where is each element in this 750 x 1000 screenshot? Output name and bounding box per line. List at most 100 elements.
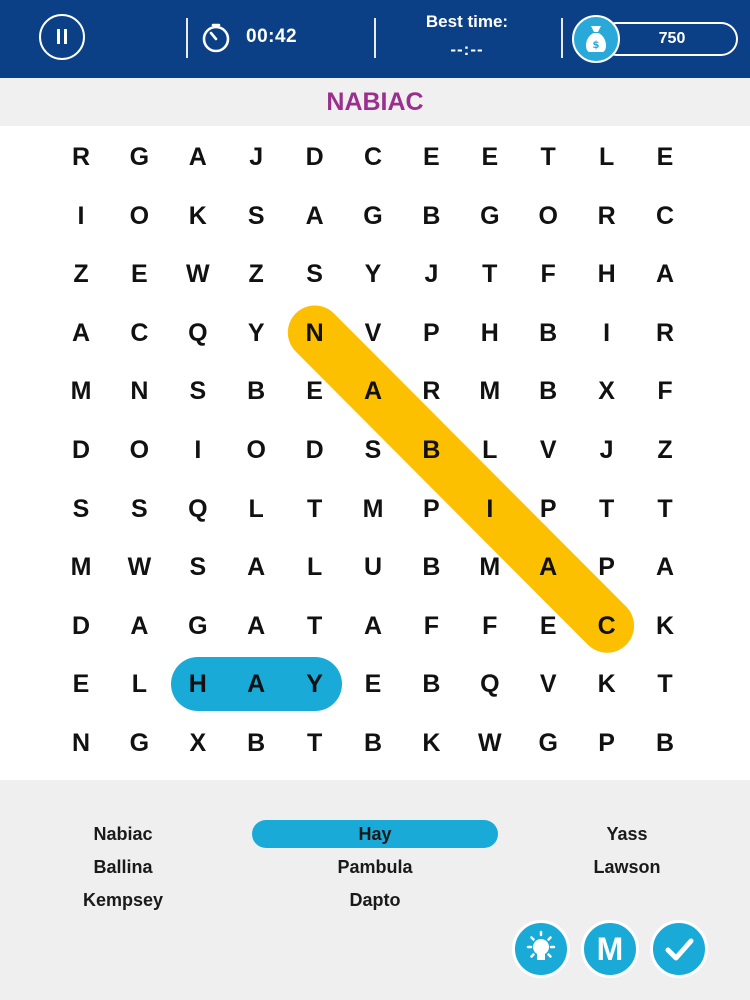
grid-letter[interactable]: G	[526, 721, 570, 765]
grid-letter[interactable]: A	[643, 252, 687, 296]
grid-letter[interactable]: M	[59, 369, 103, 413]
grid-letter[interactable]: B	[234, 369, 278, 413]
grid-letter[interactable]: T	[293, 721, 337, 765]
grid-letter[interactable]: B	[234, 721, 278, 765]
grid-letter[interactable]: Q	[176, 487, 220, 531]
grid-letter[interactable]: A	[643, 545, 687, 589]
grid-letter[interactable]: M	[351, 487, 395, 531]
grid-letter[interactable]: P	[526, 487, 570, 531]
grid-letter[interactable]: E	[117, 252, 161, 296]
grid-letter[interactable]: G	[468, 194, 512, 238]
grid-letter[interactable]: A	[176, 135, 220, 179]
grid-letter[interactable]: Y	[351, 252, 395, 296]
grid-letter[interactable]: K	[176, 194, 220, 238]
grid-letter[interactable]: R	[585, 194, 629, 238]
grid-letter[interactable]: X	[585, 369, 629, 413]
grid-letter[interactable]: A	[59, 311, 103, 355]
grid-letter[interactable]: C	[351, 135, 395, 179]
grid-letter[interactable]: T	[293, 487, 337, 531]
grid-letter[interactable]: P	[409, 311, 453, 355]
hint-button[interactable]	[512, 920, 570, 978]
grid-letter[interactable]: A	[526, 545, 570, 589]
grid-letter[interactable]: J	[585, 428, 629, 472]
grid-letter[interactable]: B	[409, 545, 453, 589]
grid-letter[interactable]: I	[468, 487, 512, 531]
grid-letter[interactable]: E	[643, 135, 687, 179]
grid-letter[interactable]: A	[234, 545, 278, 589]
grid-letter[interactable]: N	[59, 721, 103, 765]
grid-letter[interactable]: W	[117, 545, 161, 589]
grid-letter[interactable]: S	[117, 487, 161, 531]
grid-letter[interactable]: D	[293, 135, 337, 179]
grid-letter[interactable]: B	[409, 662, 453, 706]
grid-letter[interactable]: M	[468, 545, 512, 589]
grid-letter[interactable]: Q	[176, 311, 220, 355]
grid-letter[interactable]: S	[176, 369, 220, 413]
pause-button[interactable]	[39, 14, 85, 60]
grid-letter[interactable]: I	[59, 194, 103, 238]
grid-letter[interactable]: B	[526, 369, 570, 413]
grid-letter[interactable]: C	[585, 604, 629, 648]
grid-letter[interactable]: W	[176, 252, 220, 296]
grid-letter[interactable]: D	[59, 428, 103, 472]
grid-letter[interactable]: C	[643, 194, 687, 238]
grid-letter[interactable]: L	[468, 428, 512, 472]
grid-letter[interactable]: P	[585, 545, 629, 589]
grid-letter[interactable]: E	[59, 662, 103, 706]
grid-letter[interactable]: E	[351, 662, 395, 706]
grid-letter[interactable]: Y	[293, 662, 337, 706]
grid-letter[interactable]: L	[293, 545, 337, 589]
grid-letter[interactable]: Q	[468, 662, 512, 706]
grid-letter[interactable]: B	[409, 428, 453, 472]
grid-letter[interactable]: H	[176, 662, 220, 706]
grid-letter[interactable]: Z	[234, 252, 278, 296]
grid-letter[interactable]: H	[585, 252, 629, 296]
grid-letter[interactable]: B	[643, 721, 687, 765]
grid-letter[interactable]: J	[409, 252, 453, 296]
grid-letter[interactable]: E	[293, 369, 337, 413]
grid-letter[interactable]: S	[176, 545, 220, 589]
grid-letter[interactable]: N	[117, 369, 161, 413]
letter-grid[interactable]: RGAJDCEETLEIOKSAGBGORCZEWZSYJTFHAACQYNVP…	[0, 126, 750, 780]
grid-letter[interactable]: B	[526, 311, 570, 355]
grid-letter[interactable]: I	[176, 428, 220, 472]
grid-letter[interactable]: E	[468, 135, 512, 179]
grid-letter[interactable]: C	[117, 311, 161, 355]
grid-letter[interactable]: F	[643, 369, 687, 413]
grid-letter[interactable]: O	[234, 428, 278, 472]
grid-letter[interactable]: S	[234, 194, 278, 238]
grid-letter[interactable]: R	[59, 135, 103, 179]
grid-letter[interactable]: J	[234, 135, 278, 179]
grid-letter[interactable]: M	[468, 369, 512, 413]
grid-letter[interactable]: T	[585, 487, 629, 531]
grid-letter[interactable]: W	[468, 721, 512, 765]
grid-letter[interactable]: V	[526, 662, 570, 706]
grid-letter[interactable]: Z	[643, 428, 687, 472]
grid-letter[interactable]: L	[117, 662, 161, 706]
grid-letter[interactable]: F	[409, 604, 453, 648]
m-button[interactable]: M	[581, 920, 639, 978]
grid-letter[interactable]: V	[351, 311, 395, 355]
grid-letter[interactable]: T	[643, 662, 687, 706]
grid-letter[interactable]: D	[293, 428, 337, 472]
grid-letter[interactable]: L	[234, 487, 278, 531]
grid-letter[interactable]: P	[585, 721, 629, 765]
grid-letter[interactable]: Z	[59, 252, 103, 296]
grid-letter[interactable]: X	[176, 721, 220, 765]
grid-letter[interactable]: R	[643, 311, 687, 355]
confirm-button[interactable]	[650, 920, 708, 978]
grid-letter[interactable]: O	[526, 194, 570, 238]
grid-letter[interactable]: K	[409, 721, 453, 765]
grid-letter[interactable]: G	[176, 604, 220, 648]
grid-letter[interactable]: F	[468, 604, 512, 648]
grid-letter[interactable]: Y	[234, 311, 278, 355]
grid-letter[interactable]: E	[409, 135, 453, 179]
grid-letter[interactable]: E	[526, 604, 570, 648]
grid-letter[interactable]: H	[468, 311, 512, 355]
grid-letter[interactable]: S	[351, 428, 395, 472]
grid-letter[interactable]: G	[351, 194, 395, 238]
grid-letter[interactable]: P	[409, 487, 453, 531]
grid-letter[interactable]: A	[234, 604, 278, 648]
grid-letter[interactable]: N	[293, 311, 337, 355]
grid-letter[interactable]: S	[59, 487, 103, 531]
